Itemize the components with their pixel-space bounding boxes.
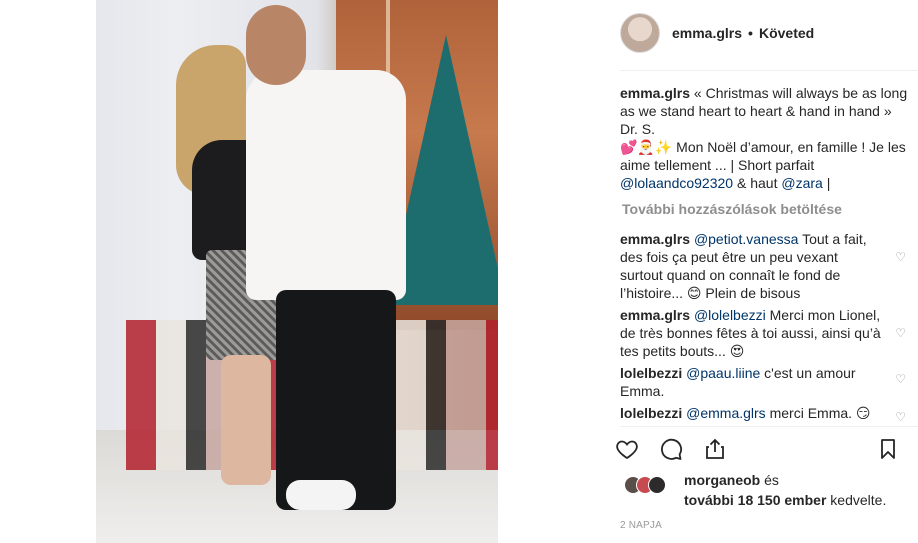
caption-mention-zara[interactable]: @zara (781, 175, 822, 191)
caption-emoji: 💕🎅✨ (620, 139, 673, 155)
liker-avatars[interactable] (624, 476, 684, 494)
post-actions (612, 434, 912, 464)
comment-like-heart-icon[interactable]: ♡ (895, 370, 906, 388)
post-header: emma.glrs • Követed (620, 12, 910, 54)
comment-like-heart-icon[interactable]: ♡ (895, 324, 906, 342)
share-upload-icon[interactable] (700, 434, 730, 464)
header-separator: • (748, 25, 753, 41)
comments-section[interactable]: emma.glrs « Christmas will always be as … (620, 84, 910, 424)
bookmark-icon[interactable] (873, 434, 903, 464)
post-date[interactable]: 2 NAPJA (620, 520, 662, 531)
man-shoe (286, 480, 356, 510)
caption-mention-lolaandco[interactable]: @lolaandco92320 (620, 175, 733, 191)
likes-line-1: morganeob és (684, 470, 779, 490)
comment-bubble-icon[interactable] (656, 434, 686, 464)
author-username[interactable]: emma.glrs (672, 25, 742, 41)
caption-text-3: & haut (733, 175, 782, 191)
likes-count[interactable]: további 18 150 ember (684, 492, 826, 508)
actions-divider (620, 426, 918, 427)
author-avatar[interactable] (620, 13, 660, 53)
likes-line-2: további 18 150 ember kedvelte. (684, 490, 886, 510)
comment-item: lolelbezzi @emma.glrs merci Emma. 😏 ♡ (620, 404, 910, 424)
load-more-comments[interactable]: További hozzászólások betöltése (622, 200, 910, 218)
likes-suffix: kedvelte. (826, 492, 887, 508)
likes-summary: morganeob és további 18 150 ember kedvel… (624, 470, 914, 510)
comment-username[interactable]: emma.glrs (620, 231, 690, 247)
comment-username[interactable]: emma.glrs (620, 307, 690, 323)
comment-username[interactable]: lolelbezzi (620, 365, 682, 381)
comment-like-heart-icon[interactable]: ♡ (895, 248, 906, 266)
comment-item: emma.glrs @lolelbezzi Merci mon Lionel, … (620, 306, 910, 360)
liker-avatar (648, 476, 666, 494)
comment-username[interactable]: lolelbezzi (620, 405, 682, 421)
comment-item: emma.glrs @petiot.vanessa Tout a fait, d… (620, 230, 910, 302)
post-caption: emma.glrs « Christmas will always be as … (620, 84, 910, 192)
likes-conjunction: és (760, 472, 779, 488)
comment-mention[interactable]: @lolelbezzi (694, 307, 766, 323)
following-status[interactable]: Követed (759, 25, 814, 41)
woman-legs (221, 355, 271, 485)
liker-username[interactable]: morganeob (684, 472, 760, 488)
man-shirt (246, 70, 406, 300)
man-pants (276, 290, 396, 510)
man-head (246, 5, 306, 85)
heart-outline-icon[interactable] (612, 434, 642, 464)
comment-mention[interactable]: @paau.liine (686, 365, 760, 381)
comment-mention[interactable]: @emma.glrs (686, 405, 766, 421)
comment-text: merci Emma. 😏 (765, 405, 871, 421)
comment-item: lolelbezzi @paau.liine c'est un amour Em… (620, 364, 910, 400)
post-photo[interactable] (96, 0, 498, 543)
comment-mention[interactable]: @petiot.vanessa (694, 231, 799, 247)
caption-username[interactable]: emma.glrs (620, 85, 690, 101)
header-divider (620, 70, 918, 71)
caption-text-4: | (822, 175, 831, 191)
comment-like-heart-icon[interactable]: ♡ (895, 408, 906, 424)
